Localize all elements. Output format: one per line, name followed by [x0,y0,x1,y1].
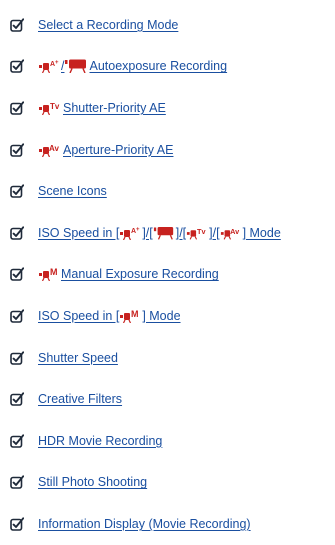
link-label: Creative Filters [38,392,123,407]
movie-tv-icon: Tv [187,227,207,240]
link-autoexposure-recording[interactable]: A + / Autoexposure Recording [38,59,228,74]
link-iso-speed-manual-mode[interactable]: ISO Speed in [ M ] Mode [38,309,181,323]
link-label: ISO Speed in [ [38,308,120,323]
icon-separator: ]/[ [209,225,220,240]
link-creative-filters[interactable]: Creative Filters [38,392,122,406]
link-label: Still Photo Shooting [38,475,148,490]
list-item: Information Display (Movie Recording) [0,503,335,545]
svg-text:M: M [131,309,139,319]
list-item: Tv Shutter-Priority AE [0,87,335,129]
list-item: Shutter Speed [0,337,335,379]
movie-m-icon: M [39,267,58,282]
link-hdr-movie-recording[interactable]: HDR Movie Recording [38,434,162,448]
link-shutter-speed[interactable]: Shutter Speed [38,351,118,365]
checkbox-edit-icon [10,18,24,32]
movie-m-icon: M [120,309,139,323]
checkbox-edit-icon [10,59,24,74]
list-item: A + / Autoexposure Recording [0,46,335,88]
svg-text:Tv: Tv [50,102,60,111]
link-label: Scene Icons [38,184,107,199]
list-item: Creative Filters [0,378,335,420]
link-label-suffix: ] Mode [142,308,181,323]
link-manual-exposure-recording[interactable]: M Manual Exposure Recording [38,267,219,282]
icon-separator: ]/[ [142,225,153,240]
svg-text:Av: Av [230,227,240,236]
list-item: ISO Speed in [ A + ]/[ ]/[ Tv ]/[Av] M… [0,212,335,254]
link-label: Shutter-Priority AE [63,100,166,115]
checkbox-edit-icon [10,350,24,365]
checkbox-edit-icon [10,434,24,448]
checkbox-edit-icon [10,517,24,531]
link-shutter-priority-ae[interactable]: Tv Shutter-Priority AE [38,101,166,115]
movie-av-icon: Av [39,144,59,157]
movie-camera-icon [153,226,173,240]
checkbox-edit-icon [10,309,24,323]
checkbox-edit-icon [10,475,24,490]
checkbox-edit-icon [10,101,24,115]
list-item: ISO Speed in [ M ] Mode [0,295,335,337]
link-iso-speed-auto-modes[interactable]: ISO Speed in [ A + ]/[ ]/[ Tv ]/[Av] M… [38,226,281,240]
movie-auto-plus-icon: A + [39,60,59,74]
list-item: Still Photo Shooting [0,462,335,504]
checkbox-edit-icon [10,267,24,282]
icon-separator: ]/[ [175,225,187,240]
checkbox-edit-icon [10,184,24,198]
list-item: Select a Recording Mode [0,4,335,46]
svg-text:+: + [55,60,59,66]
link-select-recording-mode[interactable]: Select a Recording Mode [38,18,178,32]
svg-text:M: M [50,267,58,277]
link-label: Select a Recording Mode [38,17,179,32]
svg-text:+: + [136,227,140,233]
link-label: Autoexposure Recording [89,59,228,74]
svg-text:Tv: Tv [197,227,206,236]
link-label: Aperture-Priority AE [63,142,174,157]
movie-camera-icon [65,59,87,74]
table-of-contents: Select a Recording Mode A + / Autoexposu… [0,4,335,545]
checkbox-edit-icon [10,226,24,240]
link-label: Information Display (Movie Recording) [38,516,251,531]
link-aperture-priority-ae[interactable]: Av Aperture-Priority AE [38,143,173,157]
link-scene-icons[interactable]: Scene Icons [38,184,107,198]
link-label: ISO Speed in [ [38,225,120,240]
link-label: Manual Exposure Recording [61,267,219,282]
list-item: Scene Icons [0,170,335,212]
list-item: Av Aperture-Priority AE [0,129,335,171]
link-label: Shutter Speed [38,350,118,365]
link-label: HDR Movie Recording [38,433,163,448]
link-information-display[interactable]: Information Display (Movie Recording) [38,517,251,531]
list-item: M Manual Exposure Recording [0,254,335,296]
checkbox-edit-icon [10,142,24,157]
list-item: HDR Movie Recording [0,420,335,462]
link-still-photo-shooting[interactable]: Still Photo Shooting [38,475,147,489]
checkbox-edit-icon [10,392,24,406]
movie-av-icon: Av [220,227,240,240]
movie-tv-icon: Tv [39,102,60,115]
movie-auto-plus-icon: A + [120,227,140,240]
svg-text:Av: Av [49,144,59,153]
link-label-suffix: ] Mode [242,225,281,240]
